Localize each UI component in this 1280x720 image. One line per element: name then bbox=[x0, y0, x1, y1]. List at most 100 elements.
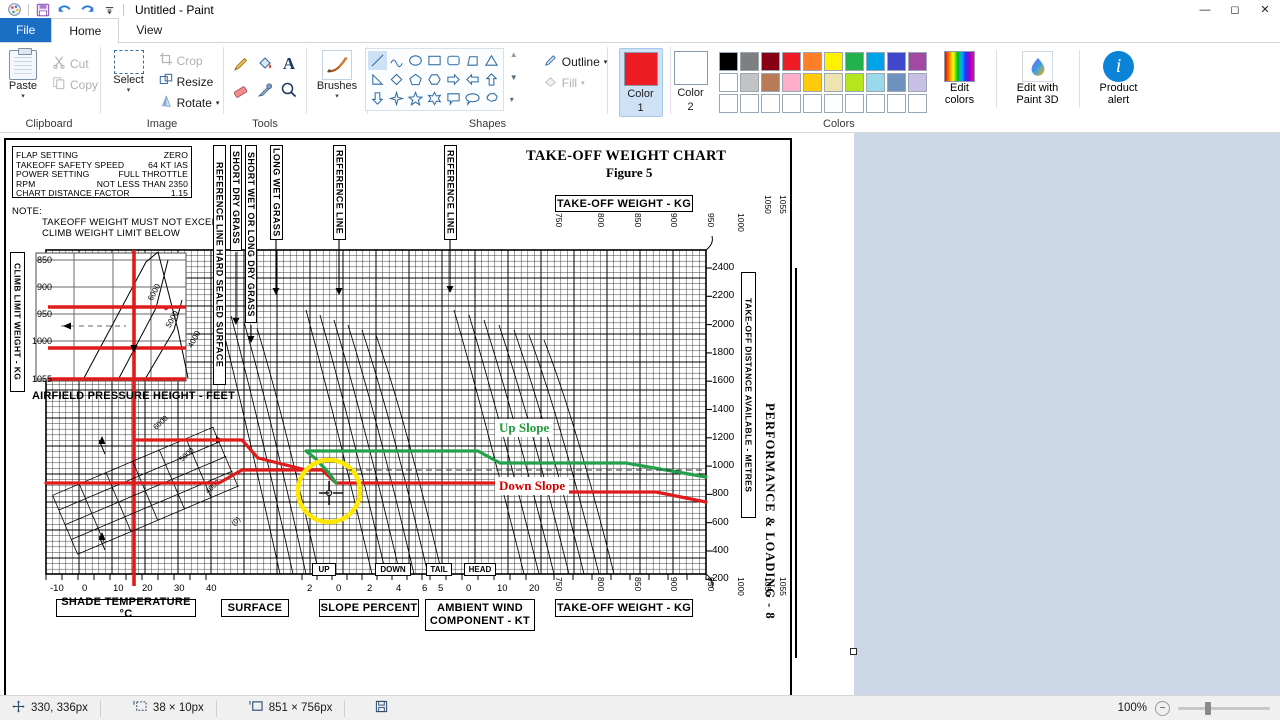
color-2-button[interactable]: Color 2 bbox=[669, 48, 713, 115]
shapes-expand-icon[interactable]: ▾ bbox=[510, 95, 514, 104]
save-icon[interactable] bbox=[32, 1, 54, 19]
tab-file[interactable]: File bbox=[0, 18, 52, 42]
product-alert-button[interactable]: i Product alert bbox=[1090, 51, 1148, 106]
canvas-resize-handle[interactable] bbox=[850, 648, 857, 655]
rotate-caret-icon[interactable]: ▾ bbox=[216, 99, 220, 107]
curve-shape[interactable] bbox=[387, 51, 406, 70]
palette-swatch-0-8[interactable] bbox=[886, 52, 906, 71]
text-tool-icon[interactable]: A bbox=[277, 51, 301, 77]
palette-swatch-0-7[interactable] bbox=[865, 52, 885, 71]
group-label-brushes bbox=[335, 116, 338, 132]
tab-view[interactable]: View bbox=[119, 18, 180, 42]
triangle-shape[interactable] bbox=[482, 51, 501, 70]
palette-swatch-0-2[interactable] bbox=[760, 52, 780, 71]
polygon-shape[interactable] bbox=[463, 51, 482, 70]
hexagon-shape[interactable] bbox=[425, 70, 444, 89]
outline-caret-icon[interactable]: ▾ bbox=[604, 58, 608, 66]
palette-swatch-2-5[interactable] bbox=[823, 94, 843, 113]
color-picker-icon[interactable] bbox=[253, 77, 277, 103]
left-arrow-shape[interactable] bbox=[463, 70, 482, 89]
palette-swatch-1-1[interactable] bbox=[739, 73, 759, 92]
brushes-caret-icon[interactable]: ▾ bbox=[335, 93, 339, 100]
palette-swatch-0-4[interactable] bbox=[802, 52, 822, 71]
crop-button[interactable]: Crop bbox=[156, 50, 223, 71]
edit-with-paint3d-button[interactable]: Edit with Paint 3D bbox=[1007, 51, 1069, 106]
cloud-callout-shape[interactable] bbox=[482, 89, 501, 108]
cut-button[interactable]: Cut bbox=[49, 53, 101, 74]
palette-swatch-0-5[interactable] bbox=[823, 52, 843, 71]
color-2-label: Color bbox=[677, 87, 704, 99]
paint-canvas[interactable]: 6000 5000 4000 (0) FLAP SETTING ZERO TAKEOFF … bbox=[0, 133, 854, 720]
palette-swatch-1-4[interactable] bbox=[802, 73, 822, 92]
magnifier-icon[interactable] bbox=[277, 77, 301, 103]
palette-swatch-1-2[interactable] bbox=[760, 73, 780, 92]
palette-swatch-0-1[interactable] bbox=[739, 52, 759, 71]
palette-swatch-2-1[interactable] bbox=[739, 94, 759, 113]
palette-swatch-1-7[interactable] bbox=[865, 73, 885, 92]
select-button[interactable]: Select ▾ bbox=[102, 48, 156, 94]
up-arrow-shape[interactable] bbox=[482, 70, 501, 89]
customize-qat-icon[interactable] bbox=[98, 1, 120, 19]
palette-swatch-2-8[interactable] bbox=[886, 94, 906, 113]
six-point-star-shape[interactable] bbox=[425, 89, 444, 108]
rectangle-shape[interactable] bbox=[425, 51, 444, 70]
palette-swatch-2-7[interactable] bbox=[865, 94, 885, 113]
fill-bucket-icon[interactable] bbox=[253, 51, 277, 77]
select-label: Select bbox=[113, 74, 144, 86]
palette-swatch-2-6[interactable] bbox=[844, 94, 864, 113]
zoom-slider[interactable] bbox=[1178, 701, 1270, 716]
shapes-scroll-down-icon[interactable]: ▼ bbox=[510, 73, 518, 82]
zoom-out-button[interactable]: − bbox=[1155, 700, 1170, 716]
palette-swatch-1-9[interactable] bbox=[907, 73, 927, 92]
palette-swatch-2-2[interactable] bbox=[760, 94, 780, 113]
down-arrow-shape[interactable] bbox=[368, 89, 387, 108]
palette-swatch-1-5[interactable] bbox=[823, 73, 843, 92]
close-button[interactable]: ✕ bbox=[1250, 0, 1280, 19]
line-shape[interactable] bbox=[367, 51, 387, 70]
rounded-rectangle-shape[interactable] bbox=[444, 51, 463, 70]
maximize-button[interactable]: ◻ bbox=[1220, 0, 1250, 19]
tab-home[interactable]: Home bbox=[51, 18, 120, 43]
pentagon-shape[interactable] bbox=[406, 70, 425, 89]
paint-app-icon[interactable] bbox=[3, 1, 25, 19]
minimize-button[interactable]: — bbox=[1190, 0, 1220, 19]
paste-button[interactable]: Paste ▾ bbox=[0, 48, 49, 100]
palette-swatch-1-0[interactable] bbox=[718, 73, 738, 92]
paste-caret-icon[interactable]: ▾ bbox=[21, 93, 25, 100]
pencil-icon[interactable] bbox=[229, 51, 253, 77]
select-caret-icon[interactable]: ▾ bbox=[127, 87, 131, 94]
palette-swatch-1-8[interactable] bbox=[886, 73, 906, 92]
palette-swatch-2-3[interactable] bbox=[781, 94, 801, 113]
diamond-shape[interactable] bbox=[387, 70, 406, 89]
outline-button[interactable]: Outline ▾ bbox=[540, 51, 611, 72]
palette-swatch-0-9[interactable] bbox=[907, 52, 927, 71]
eraser-icon[interactable] bbox=[229, 77, 253, 103]
oval-shape[interactable] bbox=[406, 51, 425, 70]
fill-caret-icon[interactable]: ▾ bbox=[581, 79, 585, 87]
four-point-star-shape[interactable] bbox=[387, 89, 406, 108]
undo-icon[interactable] bbox=[54, 1, 76, 19]
oval-callout-shape[interactable] bbox=[463, 89, 482, 108]
five-point-star-shape[interactable] bbox=[406, 89, 425, 108]
palette-swatch-1-3[interactable] bbox=[781, 73, 801, 92]
palette-swatch-2-9[interactable] bbox=[907, 94, 927, 113]
palette-swatch-0-0[interactable] bbox=[718, 52, 738, 71]
palette-swatch-0-6[interactable] bbox=[844, 52, 864, 71]
rotate-button[interactable]: Rotate ▾ bbox=[156, 92, 223, 113]
right-arrow-shape[interactable] bbox=[444, 70, 463, 89]
palette-swatch-1-6[interactable] bbox=[844, 73, 864, 92]
edit-colors-button[interactable]: Edit colors bbox=[934, 51, 986, 106]
brushes-button[interactable]: Brushes ▾ bbox=[311, 48, 363, 100]
fill-button[interactable]: Fill ▾ bbox=[540, 72, 611, 93]
copy-button[interactable]: Copy bbox=[49, 74, 101, 95]
palette-swatch-2-4[interactable] bbox=[802, 94, 822, 113]
palette-swatch-0-3[interactable] bbox=[781, 52, 801, 71]
redo-icon[interactable] bbox=[76, 1, 98, 19]
right-triangle-shape[interactable] bbox=[368, 70, 387, 89]
shapes-scroll-up-icon[interactable]: ▲ bbox=[510, 50, 518, 59]
resize-button[interactable]: Resize bbox=[156, 71, 223, 92]
zoom-slider-thumb[interactable] bbox=[1205, 701, 1211, 715]
color-1-button[interactable]: Color 1 bbox=[618, 48, 663, 117]
palette-swatch-2-0[interactable] bbox=[718, 94, 738, 113]
rounded-callout-shape[interactable] bbox=[444, 89, 463, 108]
